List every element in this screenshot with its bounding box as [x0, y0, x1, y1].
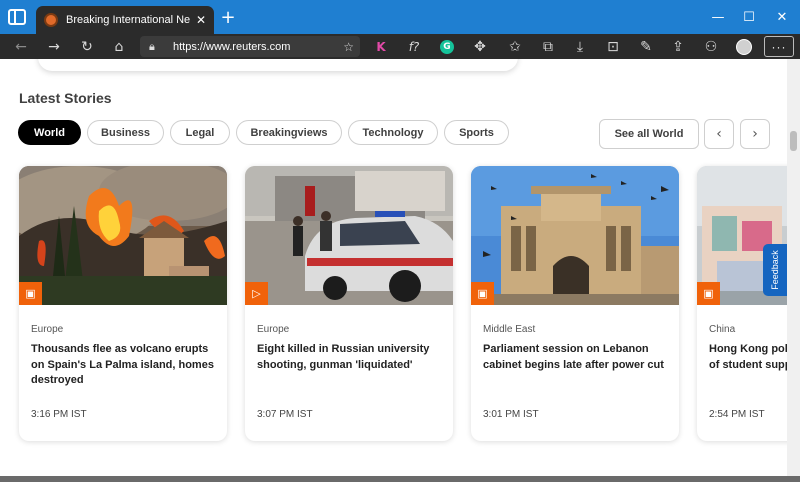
story-time: 3:07 PM IST [257, 409, 313, 420]
close-button[interactable]: ✕ [762, 0, 800, 34]
chip-legal[interactable]: Legal [170, 120, 230, 145]
extensions-icon[interactable]: ⚇ [699, 34, 723, 59]
more-icon[interactable]: ··· [764, 36, 794, 57]
see-all-button[interactable]: See all World [599, 119, 699, 149]
url-text[interactable]: https://www.reuters.com [173, 41, 290, 53]
vertical-scrollbar[interactable] [787, 59, 800, 476]
image-icon: ▣ [697, 282, 720, 305]
screenshot-icon[interactable]: ⊡ [601, 34, 625, 59]
formula-extension-icon[interactable]: f? [402, 34, 426, 59]
address-bar[interactable]: 🔒︎ https://www.reuters.com ☆ [140, 36, 360, 57]
lock-icon[interactable]: 🔒︎ [149, 40, 163, 54]
title-bar: Breaking International News & V ✕ + — ☐ … [0, 0, 800, 34]
new-tab-button[interactable]: + [218, 8, 238, 28]
share-icon[interactable]: ⇪ [666, 34, 690, 59]
favorite-add-icon[interactable]: ☆ [343, 40, 354, 54]
profile-icon[interactable] [732, 34, 756, 59]
next-arrow-icon[interactable]: › [740, 119, 770, 149]
story-time: 3:16 PM IST [31, 409, 87, 420]
image-icon: ▣ [471, 282, 494, 305]
story-category[interactable]: Middle East [483, 324, 535, 335]
avatar [736, 38, 752, 55]
notes-icon[interactable]: ✎ [634, 34, 658, 59]
story-image-police-car[interactable] [245, 166, 453, 305]
reuters-favicon-icon [44, 13, 58, 27]
refresh-icon[interactable]: ↻ [75, 34, 99, 59]
story-card[interactable]: ▣ Middle East Parliament session on Leba… [471, 166, 679, 441]
tab-title: Breaking International News & V [66, 14, 190, 26]
story-time: 2:54 PM IST [709, 409, 765, 420]
story-image-volcano[interactable] [19, 166, 227, 305]
play-icon[interactable]: ▷ [245, 282, 268, 305]
chip-breakingviews[interactable]: Breakingviews [236, 120, 342, 145]
story-category[interactable]: China [709, 324, 735, 335]
story-headline[interactable]: Eight killed in Russian university shoot… [257, 342, 445, 373]
tab-actions-icon[interactable] [8, 9, 26, 25]
story-category[interactable]: Europe [257, 324, 289, 335]
previous-section-card [38, 59, 518, 71]
browser-tab[interactable]: Breaking International News & V ✕ [36, 6, 214, 34]
feedback-label: Feedback [770, 250, 780, 290]
forward-icon[interactable]: → [42, 34, 66, 59]
browser-toolbar: ← → ↻ ⌂ 🔒︎ https://www.reuters.com ☆ K f… [0, 34, 800, 59]
favorites-icon[interactable]: ✩ [503, 34, 527, 59]
story-card[interactable]: ▷ Europe Eight killed in Russian univers… [245, 166, 453, 441]
tab-close-icon[interactable]: ✕ [196, 13, 206, 27]
collections-icon[interactable]: ⧉ [536, 34, 560, 59]
chip-technology[interactable]: Technology [348, 120, 438, 145]
story-headline[interactable]: Thousands flee as volcano erupts on Spai… [31, 342, 219, 389]
story-headline[interactable]: Parliament session on Lebanon cabinet be… [483, 342, 671, 373]
grammarly-icon[interactable]: G [435, 34, 459, 59]
k-extension-label: K [376, 39, 386, 54]
story-card[interactable]: ▣ China Hong Kong police arrest members … [697, 166, 787, 441]
grammarly-label: G [440, 39, 454, 54]
story-time: 3:01 PM IST [483, 409, 539, 420]
chip-sports[interactable]: Sports [444, 120, 509, 145]
download-icon[interactable]: ⤓ [568, 34, 592, 59]
feedback-button[interactable]: Feedback [763, 244, 787, 296]
section-title: Latest Stories [19, 90, 112, 106]
home-icon[interactable]: ⌂ [107, 34, 131, 59]
horizontal-scrollbar[interactable] [0, 476, 800, 482]
image-icon: ▣ [19, 282, 42, 305]
story-headline[interactable]: Hong Kong police arrest members of stude… [709, 342, 787, 373]
chip-business[interactable]: Business [87, 120, 164, 145]
story-category[interactable]: Europe [31, 324, 63, 335]
story-image-parliament[interactable] [471, 166, 679, 305]
chip-world[interactable]: World [18, 120, 81, 145]
back-icon[interactable]: ← [9, 34, 33, 59]
k-extension-icon[interactable]: K [369, 34, 393, 59]
page-content: Latest Stories World Business Legal Brea… [0, 59, 787, 476]
puzzle-icon[interactable]: ✥ [468, 34, 492, 59]
story-card[interactable]: ▣ Europe Thousands flee as volcano erupt… [19, 166, 227, 441]
scrollbar-thumb[interactable] [790, 131, 797, 151]
prev-arrow-icon[interactable]: ‹ [704, 119, 734, 149]
